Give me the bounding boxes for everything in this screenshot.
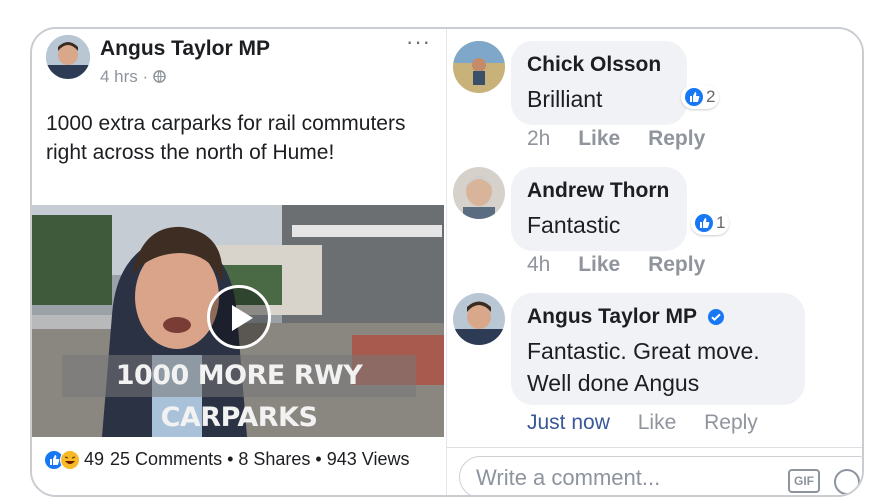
video-player[interactable]: 1000 MORE RWY CARPARKS [32,205,444,437]
comment-reply-link[interactable]: Reply [648,127,705,150]
video-caption-overlay: 1000 MORE RWY CARPARKS [62,355,416,433]
comment-time[interactable]: 4h [527,253,550,276]
gif-icon[interactable]: GIF [788,469,820,493]
comment-input[interactable]: Write a comment... GIF [459,456,862,495]
post-meta: 4 hrs · [100,67,166,87]
comment-reply-link[interactable]: Reply [704,411,758,434]
comment-avatar[interactable] [453,293,505,345]
post-text: 1000 extra carparks for rail commuters r… [46,112,406,164]
comment-like-count: 2 [706,87,716,106]
author-avatar[interactable] [46,35,90,79]
comment-author[interactable]: Angus Taylor MP [527,305,697,328]
play-icon [232,305,253,331]
post-author-name[interactable]: Angus Taylor MP [100,37,270,61]
like-reaction-icon [695,214,713,232]
haha-reaction-icon[interactable] [60,449,80,470]
comment-actions: Just now Like Reply [527,411,780,435]
comment-text: Fantastic [527,212,621,238]
facebook-post: Angus Taylor MP 4 hrs · ··· 1000 extra c… [32,29,444,495]
meta-separator: · [142,67,149,86]
comment-like-link[interactable]: Like [578,253,620,276]
comment-composer: Write a comment... GIF [447,447,862,495]
comment-like-count: 1 [716,213,726,232]
emoji-icon[interactable] [834,469,860,495]
play-button[interactable] [207,285,271,349]
comment-author[interactable]: Andrew Thorn [527,179,669,203]
comment-time[interactable]: 2h [527,127,550,150]
comment-author-row: Angus Taylor MP [527,305,725,329]
comment-like-link[interactable]: Like [578,127,620,150]
like-reaction-icon [685,88,703,106]
comment-like-link[interactable]: Like [638,411,677,434]
post-stats-text[interactable]: 25 Comments • 8 Shares • 943 Views [110,449,409,470]
comment-author[interactable]: Chick Olsson [527,53,661,77]
post-stats-bar: 49 25 Comments • 8 Shares • 943 Views [44,449,409,470]
comment-reply-link[interactable]: Reply [648,253,705,276]
comment-time[interactable]: Just now [527,411,610,434]
post-options-menu[interactable]: ··· [406,29,431,55]
comment-reaction-count[interactable]: 2 [681,85,720,109]
globe-icon [153,67,166,86]
comment-actions: 2h Like Reply [527,127,727,151]
post-time[interactable]: 4 hrs [100,67,138,86]
verified-badge-icon [708,309,725,326]
comment-text-line2: Well done Angus [527,370,700,396]
comment-input-placeholder: Write a comment... [476,465,661,490]
comments-panel: Chick Olsson Brilliant 2 2h Like Reply A… [446,29,862,495]
screenshot-frame: Angus Taylor MP 4 hrs · ··· 1000 extra c… [30,27,864,497]
comment-reaction-count[interactable]: 1 [691,211,730,235]
comment-actions: 4h Like Reply [527,253,727,277]
comment-avatar[interactable] [453,41,505,93]
comment-text-line1: Fantastic. Great move. [527,338,760,364]
comment-avatar[interactable] [453,167,505,219]
comment-text: Brilliant [527,86,603,112]
reactions-count[interactable]: 49 [84,449,104,470]
